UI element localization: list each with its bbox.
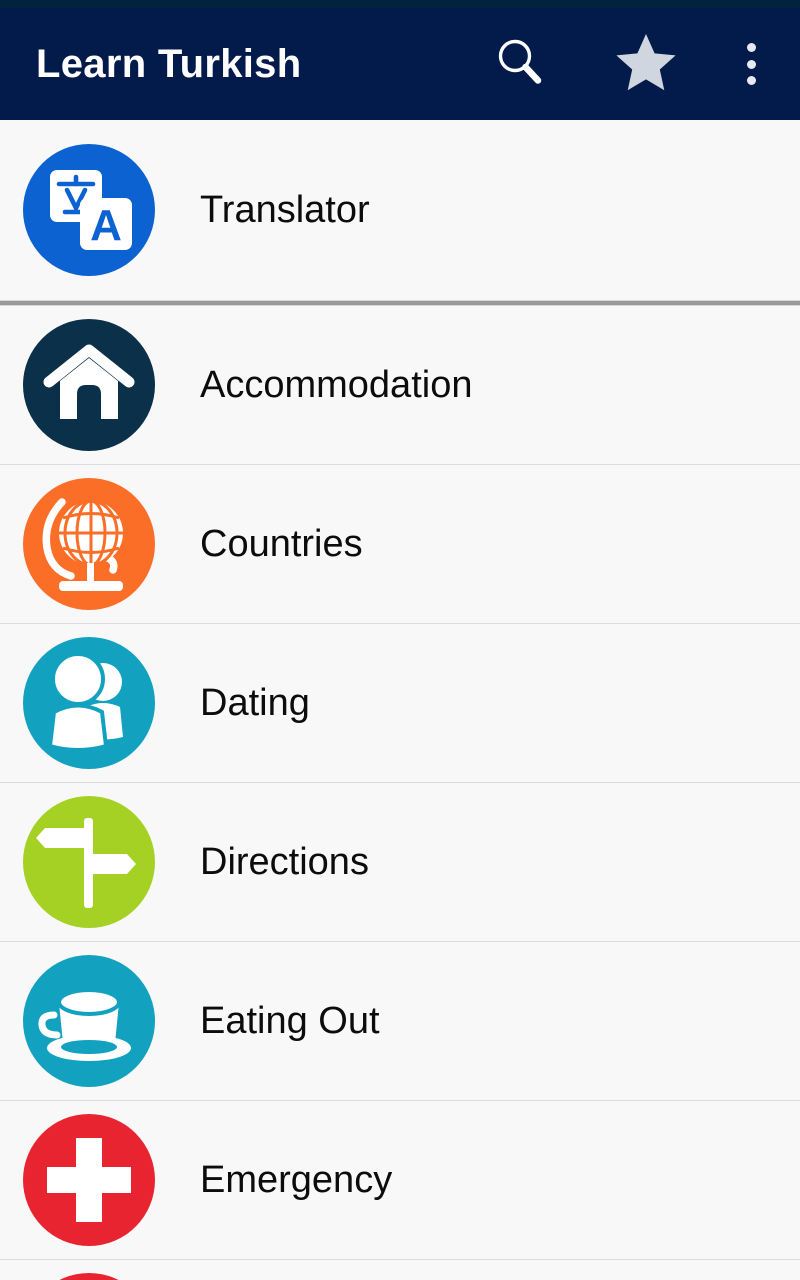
home-icon bbox=[23, 319, 155, 451]
search-button[interactable] bbox=[472, 8, 568, 120]
app-root: Learn Turkish A Translator Accommodation… bbox=[0, 0, 800, 1280]
page-title: Learn Turkish bbox=[36, 42, 302, 86]
search-icon bbox=[493, 35, 547, 94]
list-item-label: Accommodation bbox=[200, 364, 473, 406]
translate-icon: A bbox=[23, 144, 155, 276]
app-bar-actions bbox=[472, 8, 800, 120]
list-item-label: Translator bbox=[200, 189, 370, 231]
list-item-accommodation[interactable]: Accommodation bbox=[0, 306, 800, 464]
people-icon bbox=[23, 637, 155, 769]
favorites-button[interactable] bbox=[598, 8, 694, 120]
list-item-translator[interactable]: A Translator bbox=[0, 120, 800, 300]
list-item-label: Directions bbox=[200, 841, 369, 883]
status-bar bbox=[0, 0, 800, 8]
svg-text:A: A bbox=[90, 201, 122, 250]
list-item-dating[interactable]: Dating bbox=[0, 624, 800, 782]
globe-icon bbox=[23, 478, 155, 610]
coffee-cup-icon bbox=[23, 955, 155, 1087]
list-item-label: Countries bbox=[200, 523, 363, 565]
category-list: A Translator Accommodation Countries Dat… bbox=[0, 120, 800, 1280]
more-vert-icon bbox=[746, 43, 756, 85]
overflow-menu-button[interactable] bbox=[714, 8, 788, 120]
list-item-countries[interactable]: Countries bbox=[0, 465, 800, 623]
list-item-label: Eating Out bbox=[200, 1000, 380, 1042]
list-item-label: Emergency bbox=[200, 1159, 393, 1201]
medical-cross-icon bbox=[23, 1114, 155, 1246]
list-item-eating-out[interactable]: Eating Out bbox=[0, 942, 800, 1100]
star-icon bbox=[615, 32, 677, 97]
signpost-icon bbox=[23, 796, 155, 928]
list-item-directions[interactable]: Directions bbox=[0, 783, 800, 941]
list-item-emergency[interactable]: Emergency bbox=[0, 1101, 800, 1259]
list-item-partial[interactable] bbox=[0, 1260, 800, 1280]
app-bar: Learn Turkish bbox=[0, 8, 800, 120]
partial-icon bbox=[23, 1273, 155, 1280]
list-item-label: Dating bbox=[200, 682, 310, 724]
